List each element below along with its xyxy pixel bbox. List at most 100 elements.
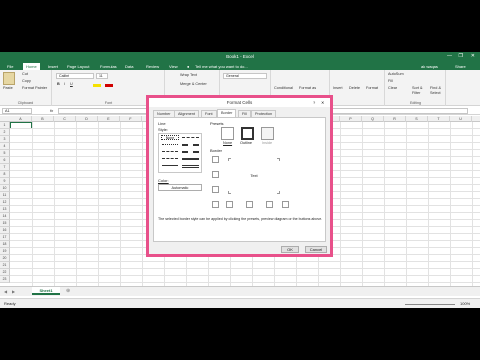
border-left-button[interactable] xyxy=(226,201,233,208)
line-style-none[interactable]: None xyxy=(161,135,179,140)
font-color-icon[interactable] xyxy=(105,84,113,87)
row-header[interactable]: 8 xyxy=(0,171,10,178)
column-header[interactable]: F xyxy=(120,116,142,122)
tab-review[interactable]: Review xyxy=(143,63,162,70)
column-header[interactable]: P xyxy=(340,116,362,122)
tab-alignment[interactable]: Alignment xyxy=(174,110,199,117)
close-icon[interactable]: ✕ xyxy=(471,53,475,59)
font-name-select[interactable]: Calibri xyxy=(56,73,94,79)
fill-button[interactable]: Fill xyxy=(388,79,393,83)
find-button[interactable]: Find & xyxy=(430,86,441,90)
column-header[interactable]: Q xyxy=(362,116,384,122)
paste-icon[interactable] xyxy=(3,72,15,85)
tab-page-layout[interactable]: Page Layout xyxy=(64,63,92,70)
font-size-select[interactable]: 11 xyxy=(96,73,108,79)
tab-protection[interactable]: Protection xyxy=(251,110,277,117)
format-cells-button[interactable]: Format xyxy=(366,86,378,90)
row-header[interactable]: 17 xyxy=(0,234,10,241)
sheet-tab[interactable]: Sheet1 xyxy=(32,287,60,295)
preset-outline-button[interactable] xyxy=(241,127,254,140)
border-preview[interactable]: Text xyxy=(226,156,282,196)
border-top-button[interactable] xyxy=(212,156,219,163)
italic-button[interactable]: I xyxy=(64,82,65,86)
row-header[interactable]: 5 xyxy=(0,150,10,157)
zoom-slider[interactable] xyxy=(405,304,455,305)
tab-home[interactable]: Home xyxy=(23,63,40,70)
row-header[interactable]: 22 xyxy=(0,269,10,276)
select-button[interactable]: Select xyxy=(430,91,441,95)
minimize-icon[interactable]: — xyxy=(447,53,452,59)
restore-icon[interactable]: ❐ xyxy=(459,53,463,59)
user-name[interactable]: ak waqas xyxy=(418,63,441,70)
copy-button[interactable]: Copy xyxy=(22,79,31,83)
wrap-text-button[interactable]: Wrap Text xyxy=(180,73,197,77)
zoom-level[interactable]: 100% xyxy=(460,301,470,306)
column-header[interactable]: S xyxy=(406,116,428,122)
cut-button[interactable]: Cut xyxy=(22,72,28,76)
cancel-button[interactable]: Cancel xyxy=(305,246,327,253)
border-diagonal-up-button[interactable] xyxy=(212,201,219,208)
tab-view[interactable]: View xyxy=(166,63,181,70)
row-header[interactable]: 16 xyxy=(0,227,10,234)
row-header[interactable]: 15 xyxy=(0,220,10,227)
row-header[interactable]: 11 xyxy=(0,192,10,199)
border-diagonal-down-button[interactable] xyxy=(282,201,289,208)
column-header[interactable]: T xyxy=(428,116,450,122)
row-header[interactable]: 1 xyxy=(0,122,10,129)
row-header[interactable]: 18 xyxy=(0,241,10,248)
row-header[interactable]: 14 xyxy=(0,213,10,220)
column-header[interactable]: R xyxy=(384,116,406,122)
tab-data[interactable]: Data xyxy=(122,63,136,70)
sort-button[interactable]: Sort & xyxy=(412,86,423,90)
row-header[interactable]: 13 xyxy=(0,206,10,213)
row-header[interactable]: 10 xyxy=(0,185,10,192)
column-header[interactable]: C xyxy=(54,116,76,122)
row-header[interactable]: 20 xyxy=(0,255,10,262)
border-right-button[interactable] xyxy=(266,201,273,208)
row-header[interactable]: 3 xyxy=(0,136,10,143)
next-sheet-icon[interactable]: ▶ xyxy=(12,289,15,294)
line-style-list[interactable]: None xyxy=(158,133,202,173)
color-select[interactable]: Automatic xyxy=(158,184,202,191)
line-style-option[interactable] xyxy=(182,151,199,153)
preset-inside-button[interactable] xyxy=(261,127,274,140)
row-header[interactable]: 2 xyxy=(0,129,10,136)
fill-color-icon[interactable] xyxy=(93,84,101,87)
delete-cells-button[interactable]: Delete xyxy=(349,86,360,90)
row-header[interactable]: 9 xyxy=(0,178,10,185)
tab-fill[interactable]: Fill xyxy=(238,110,251,117)
line-style-option[interactable] xyxy=(182,137,199,138)
tab-font[interactable]: Font xyxy=(201,110,217,117)
dialog-close-icon[interactable]: ✕ xyxy=(321,100,324,105)
row-header[interactable]: 23 xyxy=(0,276,10,283)
line-style-option[interactable] xyxy=(182,165,199,168)
autosum-button[interactable]: AutoSum xyxy=(388,72,404,76)
tab-file[interactable]: File xyxy=(4,63,16,70)
preset-none-button[interactable] xyxy=(221,127,234,140)
line-style-option[interactable] xyxy=(182,158,199,160)
conditional-formatting-button[interactable]: Conditional xyxy=(274,86,293,90)
border-middle-vertical-button[interactable] xyxy=(246,201,253,208)
merge-center-button[interactable]: Merge & Center xyxy=(180,82,207,86)
underline-button[interactable]: U xyxy=(70,82,73,86)
dialog-help-icon[interactable]: ? xyxy=(313,100,315,105)
tell-me-input[interactable]: Tell me what you want to do... xyxy=(192,63,251,70)
tab-insert[interactable]: Insert xyxy=(45,63,61,70)
insert-cells-button[interactable]: Insert xyxy=(333,86,343,90)
row-header[interactable]: 7 xyxy=(0,164,10,171)
column-header[interactable]: E xyxy=(98,116,120,122)
line-style-option[interactable] xyxy=(182,144,199,146)
format-painter-button[interactable]: Format Painter xyxy=(22,86,47,90)
column-header[interactable]: B xyxy=(32,116,54,122)
border-bottom-button[interactable] xyxy=(212,186,219,193)
column-header[interactable]: U xyxy=(450,116,472,122)
line-style-option[interactable] xyxy=(162,158,178,159)
tab-number[interactable]: Number xyxy=(153,110,175,117)
row-header[interactable]: 19 xyxy=(0,248,10,255)
format-as-table-button[interactable]: Format as xyxy=(299,86,316,90)
row-header[interactable]: 6 xyxy=(0,157,10,164)
line-style-option[interactable] xyxy=(162,151,178,152)
clear-button[interactable]: Clear xyxy=(388,86,397,90)
column-header[interactable]: D xyxy=(76,116,98,122)
number-format-select[interactable]: General xyxy=(223,73,267,79)
